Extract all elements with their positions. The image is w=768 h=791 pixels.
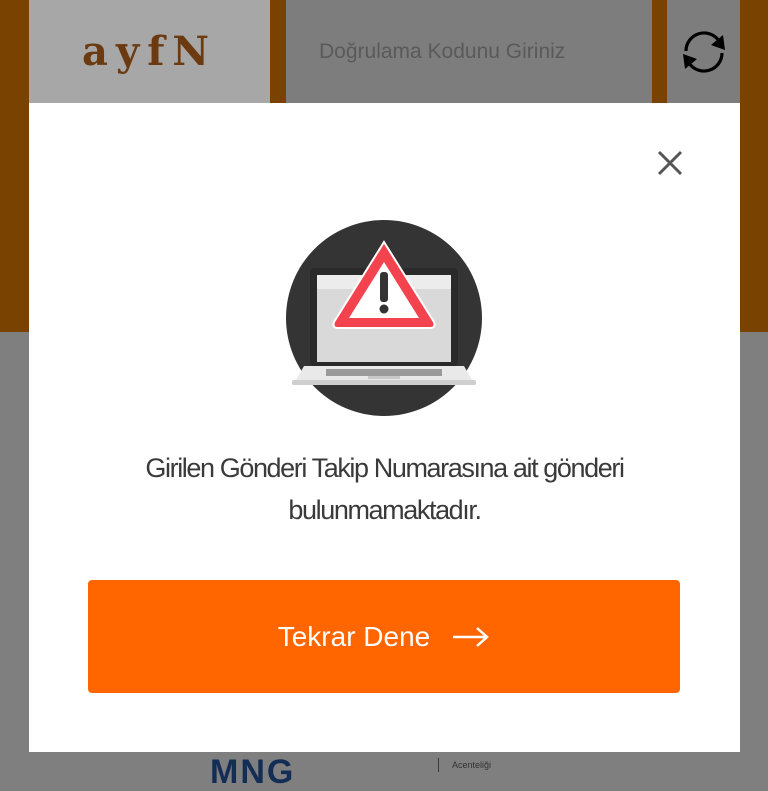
retry-button[interactable]: Tekrar Dene	[88, 580, 680, 693]
verification-code-input[interactable]	[286, 0, 652, 103]
captcha-image: ayfN	[29, 0, 270, 103]
close-icon	[657, 150, 683, 176]
error-modal: Girilen Gönderi Takip Numarasına ait gön…	[29, 103, 740, 752]
warning-laptop-illustration	[286, 220, 482, 416]
refresh-captcha-button[interactable]	[667, 0, 740, 103]
close-button[interactable]	[648, 141, 692, 185]
footer-divider	[438, 758, 439, 772]
error-message: Girilen Gönderi Takip Numarasına ait gön…	[145, 453, 625, 525]
refresh-icon	[682, 30, 725, 73]
footer-logo: MNG	[210, 753, 296, 791]
arrow-right-icon	[452, 626, 490, 648]
retry-button-label: Tekrar Dene	[277, 620, 431, 652]
footer-text: Acenteliği	[452, 760, 492, 770]
captcha-text: ayfN	[82, 28, 217, 75]
